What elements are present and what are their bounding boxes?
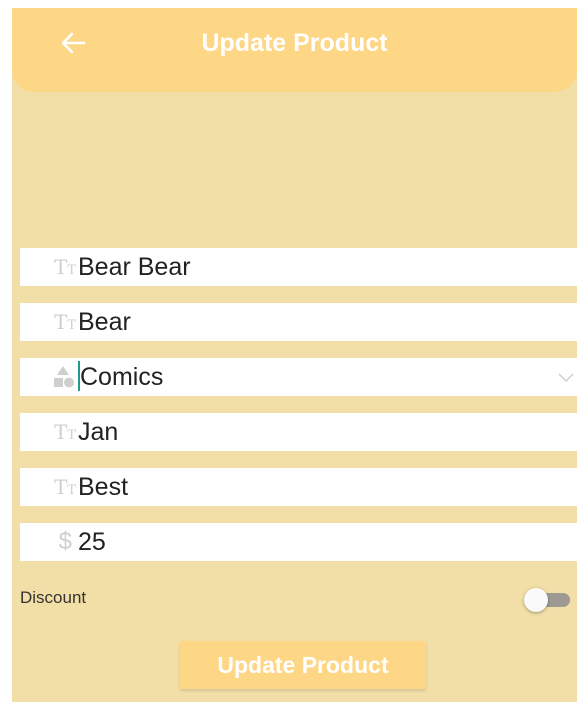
description-field[interactable]: TT Best [20,468,577,506]
text-format-icon: TT [53,310,76,334]
page-title: Update Product [201,29,388,57]
category-select-value[interactable]: Comics [78,358,577,396]
description-field-value[interactable]: Best [78,468,577,506]
category-select-text: Comics [80,363,164,391]
publisher-field[interactable]: TT Jan [20,413,577,451]
category-shapes-icon [20,358,78,396]
text-format-icon: TT [53,475,76,499]
category-select[interactable]: Comics [20,358,577,396]
text-format-icon: TT [53,420,76,444]
dollar-icon: $ [58,528,72,555]
author-field[interactable]: TT Bear [20,303,577,341]
chevron-down-icon[interactable] [557,368,575,386]
title-field-value[interactable]: Bear Bear [78,248,577,286]
title-field[interactable]: TT Bear Bear [20,248,577,286]
app-bar: Update Product [12,8,577,92]
price-field-value[interactable]: 25 [78,523,577,561]
text-format-icon: TT [53,255,76,279]
publisher-field-value[interactable]: Jan [78,413,577,451]
discount-toggle[interactable] [524,588,570,612]
update-product-button[interactable]: Update Product [180,641,426,689]
discount-label: Discount [20,588,87,607]
app-screen: Update Product TT Bear Bear TT Bear Comi… [12,8,577,702]
toggle-thumb [524,588,548,612]
price-field[interactable]: $ 25 [20,523,577,561]
author-field-value[interactable]: Bear [78,303,577,341]
